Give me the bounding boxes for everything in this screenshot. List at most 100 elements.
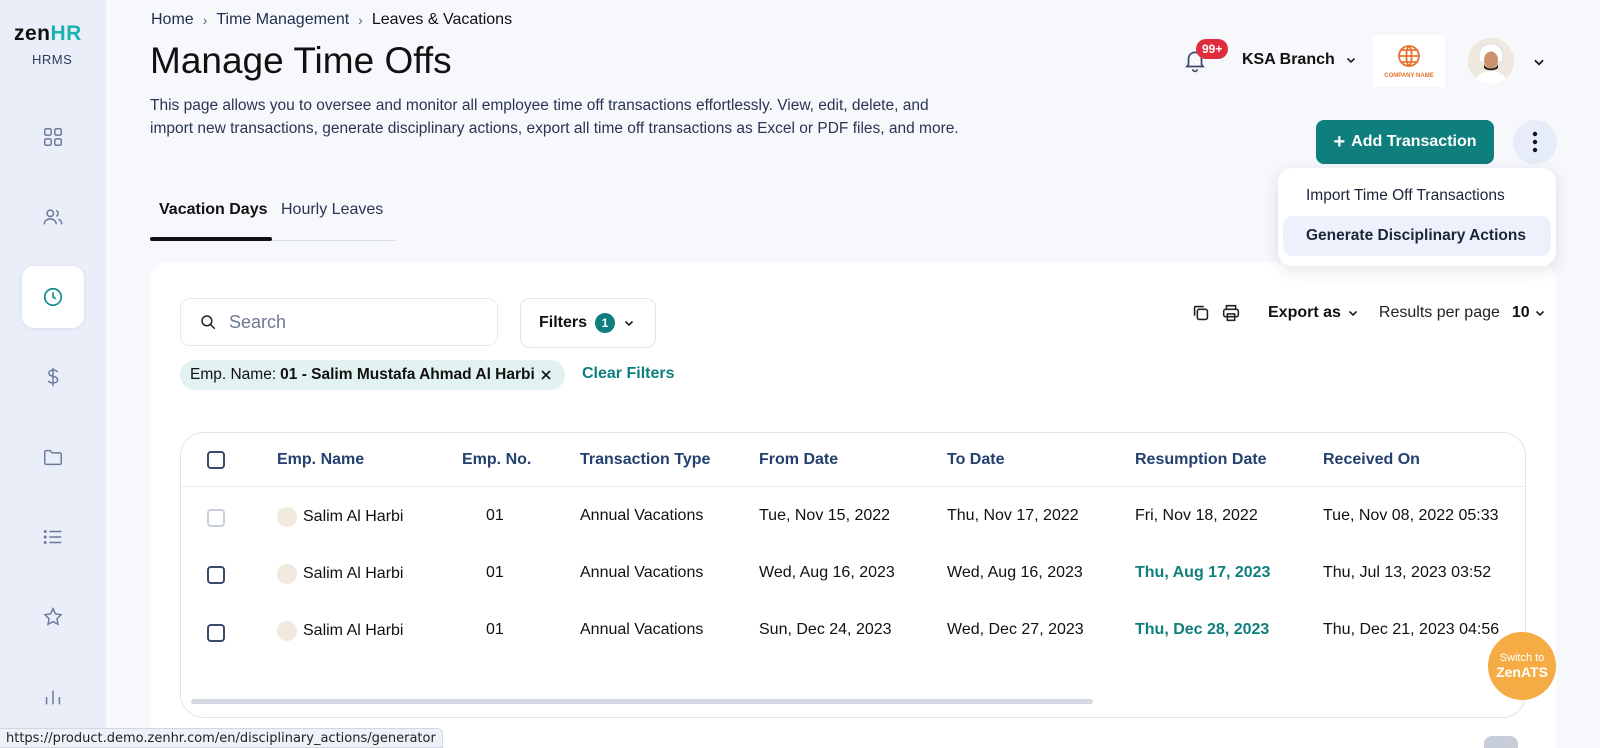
employee-name-cell: Salim Al Harbi (277, 621, 403, 641)
product-name: HRMS (32, 52, 73, 67)
table-row[interactable]: Salim Al Harbi 01 Annual Vacations Wed, … (181, 547, 1525, 605)
row-checkbox[interactable] (207, 624, 225, 642)
more-options-button[interactable] (1513, 120, 1557, 164)
table-row[interactable]: Salim Al Harbi 01 Annual Vacations Sun, … (181, 605, 1525, 663)
bar-chart-icon (45, 690, 61, 705)
switch-ats-line1: Switch to (1499, 652, 1545, 664)
more-options-menu: Import Time Off Transactions Generate Di… (1278, 168, 1556, 266)
users-icon (43, 209, 63, 225)
copy-icon[interactable] (1190, 302, 1212, 324)
results-per-page-label: Results per page (1378, 304, 1500, 321)
chevron-right-icon: › (358, 12, 363, 28)
table-row[interactable]: Salim Al Harbi 01 Annual Vacations Tue, … (181, 489, 1525, 547)
chevron-down-icon (1348, 310, 1357, 317)
filters-button[interactable]: Filters 1 (520, 298, 656, 348)
select-all-checkbox[interactable] (207, 451, 225, 469)
employee-avatar (277, 564, 297, 584)
sidebar-item-employees[interactable] (22, 186, 84, 248)
horizontal-scrollbar[interactable] (191, 699, 1093, 704)
sidebar-item-performance[interactable] (22, 586, 84, 648)
employee-number-cell: 01 (486, 621, 504, 638)
column-header[interactable]: Resumption Date (1135, 451, 1267, 469)
avatar-portrait (1468, 38, 1514, 84)
from-date-cell: Tue, Nov 15, 2022 (759, 507, 891, 524)
employee-name-cell: Salim Al Harbi (277, 564, 403, 584)
filter-chip-value: 01 - Salim Mustafa Ahmad Al Harbi (280, 366, 535, 383)
sidebar-item-reports[interactable] (22, 666, 84, 728)
from-date-cell: Sun, Dec 24, 2023 (759, 621, 892, 638)
clear-filters-link[interactable]: Clear Filters (582, 365, 674, 383)
tab-vacation-days[interactable]: Vacation Days (159, 201, 268, 219)
transaction-type-cell: Annual Vacations (580, 564, 704, 581)
received-on-cell: Thu, Dec 21, 2023 04:56 (1323, 621, 1500, 638)
sidebar-item-time-management[interactable] (22, 266, 84, 328)
switch-ats-line2: ZenATS (1496, 664, 1548, 680)
results-per-page-select[interactable]: 10 (1512, 304, 1546, 322)
chevron-down-icon (624, 320, 634, 327)
resumption-date-cell: Thu, Dec 28, 2023 (1135, 621, 1270, 638)
resumption-date-cell: Thu, Aug 17, 2023 (1135, 564, 1271, 581)
breadcrumb-home[interactable]: Home (151, 11, 194, 29)
list-icon (43, 530, 62, 544)
user-avatar[interactable] (1468, 38, 1514, 84)
row-checkbox[interactable] (207, 509, 225, 527)
search-icon (201, 315, 216, 330)
transactions-table: Emp. Name Emp. No. Transaction Type From… (180, 432, 1526, 718)
breadcrumb: Home › Time Management › Leaves & Vacati… (151, 11, 512, 29)
breadcrumb-current: Leaves & Vacations (371, 11, 513, 28)
active-tab-indicator (150, 237, 272, 241)
employee-number-cell: 01 (486, 507, 504, 524)
branch-selector[interactable]: KSA Branch (1242, 51, 1357, 69)
column-header[interactable]: To Date (947, 451, 1004, 469)
chevron-down-icon (1346, 57, 1355, 64)
search-input[interactable]: Search (180, 298, 498, 346)
kebab-menu-icon (1532, 131, 1538, 153)
table-header: Emp. Name Emp. No. Transaction Type From… (181, 433, 1525, 487)
export-dropdown[interactable]: Export as (1268, 304, 1359, 322)
column-header[interactable]: Received On (1323, 451, 1420, 469)
company-logo: COMPANY NAME (1373, 35, 1445, 87)
menu-item-generate-disciplinary-actions[interactable]: Generate Disciplinary Actions (1283, 216, 1551, 256)
print-icon[interactable] (1220, 302, 1242, 324)
employee-name-cell: Salim Al Harbi (277, 507, 403, 527)
sidebar-item-payroll[interactable] (22, 346, 84, 408)
company-logo-text: COMPANY NAME (1384, 73, 1434, 79)
row-checkbox[interactable] (207, 566, 225, 584)
filters-label: Filters (539, 314, 588, 331)
column-header[interactable]: Emp. No. (462, 451, 531, 469)
tab-bar: Vacation Days Hourly Leaves (150, 195, 395, 241)
filters-count-badge: 1 (595, 313, 616, 333)
received-on-cell: Thu, Jul 13, 2023 03:52 (1323, 564, 1492, 581)
close-icon[interactable] (539, 368, 553, 382)
column-header[interactable]: From Date (759, 451, 838, 469)
clock-icon (43, 287, 63, 307)
chevron-right-icon: › (202, 12, 208, 28)
transaction-type-cell: Annual Vacations (580, 621, 704, 638)
folder-icon (44, 449, 62, 466)
employee-avatar (277, 507, 297, 527)
transactions-card: Search Filters 1 Export as Results per p… (150, 262, 1556, 748)
switch-to-zenats-button[interactable]: Switch to ZenATS (1488, 632, 1556, 700)
menu-item-import-transactions[interactable]: Import Time Off Transactions (1283, 176, 1551, 216)
scroll-up-button[interactable] (1484, 736, 1518, 748)
from-date-cell: Wed, Aug 16, 2023 (759, 564, 895, 581)
employee-avatar (277, 621, 297, 641)
column-header[interactable]: Transaction Type (580, 451, 710, 469)
page-description: This page allows you to oversee and moni… (150, 97, 959, 137)
globe-icon (1398, 45, 1420, 67)
plus-icon: + (1333, 131, 1346, 153)
tab-hourly-leaves[interactable]: Hourly Leaves (281, 201, 383, 219)
zenhr-logo[interactable]: zenHR (14, 22, 82, 46)
page-title: Manage Time Offs (150, 40, 452, 81)
dollar-icon (47, 367, 59, 387)
received-on-cell: Tue, Nov 08, 2022 05:33 (1323, 507, 1499, 524)
breadcrumb-time-management[interactable]: Time Management (216, 11, 349, 29)
column-header[interactable]: Emp. Name (277, 451, 364, 469)
sidebar-item-documents[interactable] (22, 426, 84, 488)
sidebar-item-dashboard[interactable] (22, 106, 84, 168)
chevron-down-icon[interactable] (1532, 55, 1546, 69)
star-icon (43, 607, 63, 626)
add-transaction-button[interactable]: + Add Transaction (1316, 120, 1494, 164)
sidebar-item-lists[interactable] (22, 506, 84, 568)
grid-icon (44, 128, 62, 146)
